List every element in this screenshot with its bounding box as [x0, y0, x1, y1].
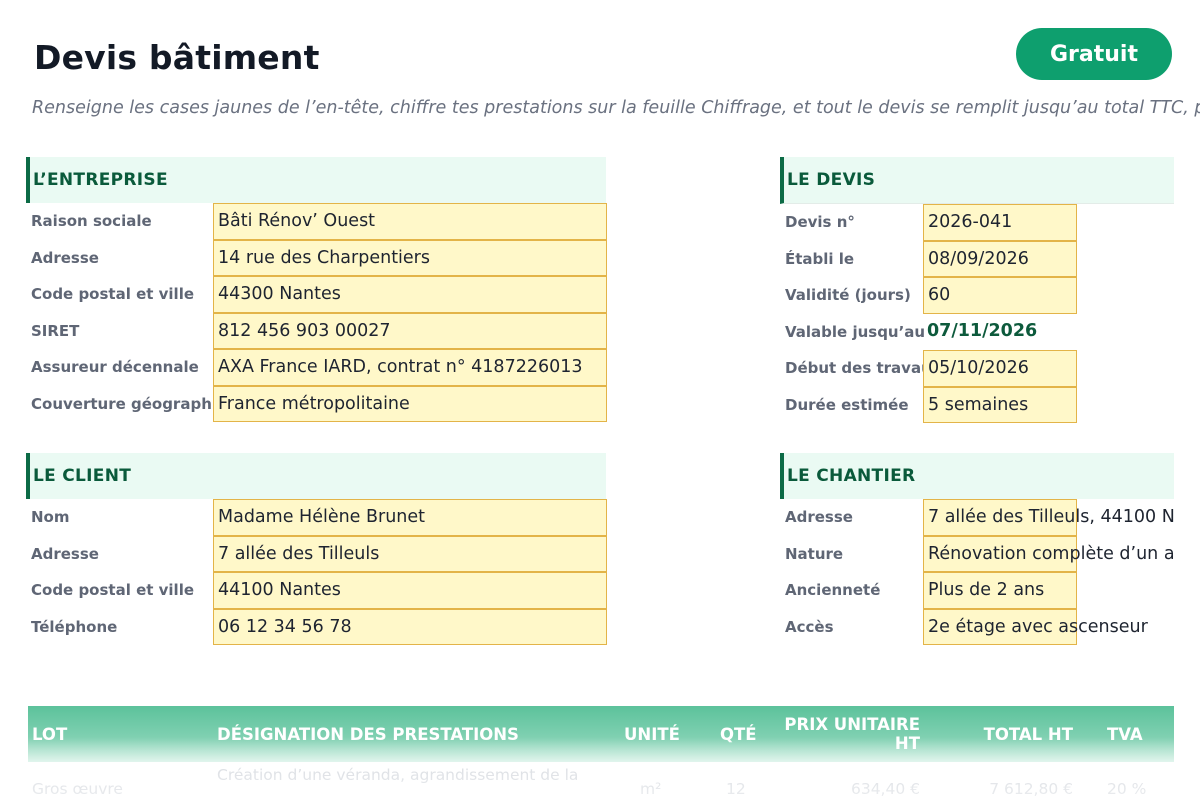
valable-jusquau-value: 07/11/2026 — [927, 320, 1038, 341]
section-title-chantier: LE CHANTIER — [780, 453, 1174, 499]
field-label: Validité (jours) — [785, 286, 911, 304]
field-label: Établi le — [785, 249, 855, 268]
chantier-nature-field[interactable]: Rénovation complète d’un appartement — [923, 535, 1174, 572]
client-cp-ville-field[interactable]: 44100 Nantes — [213, 572, 607, 609]
form-row: Raison sociale Bâti Rénov’ Ouest — [26, 203, 607, 240]
form-row: Téléphone 06 12 34 56 78 — [26, 608, 607, 645]
section-chantier: LE CHANTIER Adresse 7 allée des Tilleuls… — [780, 453, 1174, 645]
couverture-geographique-field[interactable]: France métropolitaine — [213, 385, 607, 422]
section-entreprise: L’ENTREPRISE Raison sociale Bâti Rénov’ … — [26, 157, 607, 422]
form-row: Couverture géographique France métropoli… — [26, 385, 607, 422]
page-subtitle: Renseigne les cases jaunes de l’en-tête,… — [32, 98, 1200, 118]
chantier-adresse-field[interactable]: 7 allée des Tilleuls, 44100 Nantes — [923, 499, 1174, 536]
section-devis: LE DEVIS Devis n° 2026-041 Établi le 08/… — [780, 157, 1174, 423]
devis-etabli-le-field[interactable]: 08/09/2026 — [923, 240, 1077, 277]
devis-numero-field[interactable]: 2026-041 — [923, 204, 1077, 241]
form-row: Nature Rénovation complète d’un appartem… — [780, 535, 1174, 572]
field-label: Devis n° — [785, 213, 855, 231]
field-label: Nom — [31, 508, 70, 526]
field-label: Valable jusqu’au — [785, 322, 926, 341]
field-label: Adresse — [785, 508, 853, 526]
form-row: Valable jusqu’au 07/11/2026 — [780, 314, 1174, 351]
form-row: Code postal et ville 44300 Nantes — [26, 276, 607, 313]
col-header-lot: LOT — [32, 724, 68, 744]
field-label: Adresse — [31, 544, 99, 563]
section-title-client: LE CLIENT — [26, 453, 606, 499]
field-label: Code postal et ville — [31, 285, 195, 303]
form-row: Début des travaux 05/10/2026 — [780, 350, 1174, 387]
page-title: Devis bâtiment — [34, 38, 320, 77]
cell-total-ht: 7 612,80 € — [989, 780, 1073, 798]
field-label: Code postal et ville — [31, 581, 195, 599]
section-client: LE CLIENT Nom Madame Hélène Brunet Adres… — [26, 453, 607, 645]
field-label: Début des travaux — [785, 359, 942, 377]
form-row: Assureur décennale AXA France IARD, cont… — [26, 349, 607, 386]
field-label: Accès — [785, 617, 834, 636]
siret-field[interactable]: 812 456 903 00027 — [213, 312, 607, 349]
debut-travaux-field[interactable]: 05/10/2026 — [923, 350, 1077, 387]
form-row: Adresse 7 allée des Tilleuls — [26, 535, 607, 572]
col-header-pu-line1: PRIX UNITAIRE — [784, 715, 920, 734]
duree-estimee-field[interactable]: 5 semaines — [923, 386, 1077, 423]
cell-qte: 12 — [726, 780, 746, 798]
col-header-unite: UNITÉ — [624, 724, 680, 744]
field-label: Adresse — [31, 248, 99, 267]
chantier-acces-field[interactable]: 2e étage avec ascenseur — [923, 608, 1148, 645]
form-row: Établi le 08/09/2026 — [780, 240, 1174, 277]
field-label: Durée estimée — [785, 395, 909, 414]
cell-designation: Création d’une véranda, agrandissement d… — [217, 766, 579, 784]
col-header-prix-unitaire: PRIX UNITAIRE HT — [768, 706, 920, 762]
form-row: Code postal et ville 44100 Nantes — [26, 572, 607, 609]
free-badge-button[interactable]: Gratuit — [1016, 28, 1172, 80]
devis-validite-field[interactable]: 60 — [923, 277, 1077, 314]
prestations-table-header: LOT DÉSIGNATION DES PRESTATIONS UNITÉ QT… — [28, 706, 1174, 762]
form-row: Adresse 14 rue des Charpentiers — [26, 239, 607, 276]
form-row: Adresse 7 allée des Tilleuls, 44100 Nant… — [780, 499, 1174, 536]
cell-tva: 20 % — [1107, 780, 1147, 798]
field-label: Téléphone — [31, 617, 118, 636]
form-row: Nom Madame Hélène Brunet — [26, 499, 607, 536]
client-telephone-field[interactable]: 06 12 34 56 78 — [213, 608, 607, 645]
col-header-tva: TVA — [1107, 724, 1143, 744]
client-adresse-field[interactable]: 7 allée des Tilleuls — [213, 535, 607, 572]
chantier-anciennete-field[interactable]: Plus de 2 ans — [923, 572, 1077, 609]
form-row: Ancienneté Plus de 2 ans — [780, 572, 1174, 609]
entreprise-cp-ville-field[interactable]: 44300 Nantes — [213, 276, 607, 313]
col-header-designation: DÉSIGNATION DES PRESTATIONS — [217, 724, 519, 744]
cell-lot: Gros œuvre — [32, 780, 123, 798]
form-row: Validité (jours) 60 — [780, 277, 1174, 314]
cell-prix-unitaire: 634,40 € — [850, 780, 920, 798]
section-title-devis: LE DEVIS — [780, 157, 1174, 204]
field-label: Ancienneté — [785, 581, 881, 599]
raison-sociale-field[interactable]: Bâti Rénov’ Ouest — [213, 203, 607, 240]
field-label: Raison sociale — [31, 212, 152, 230]
form-row: Durée estimée 5 semaines — [780, 386, 1174, 423]
field-label: Nature — [785, 544, 844, 563]
form-row: Devis n° 2026-041 — [780, 204, 1174, 241]
cell-unite: m² — [640, 780, 662, 798]
field-label: Assureur décennale — [31, 358, 199, 376]
form-row: Accès 2e étage avec ascenseur — [780, 608, 1174, 645]
col-header-pu-line2: HT — [894, 734, 920, 753]
col-header-qte: QTÉ — [720, 724, 757, 744]
table-row: Gros œuvre Création d’une véranda, agran… — [28, 764, 1174, 800]
section-title-entreprise: L’ENTREPRISE — [26, 157, 606, 203]
col-header-total-ht: TOTAL HT — [983, 724, 1073, 744]
form-row: SIRET 812 456 903 00027 — [26, 312, 607, 349]
assureur-decennale-field[interactable]: AXA France IARD, contrat n° 4187226013 — [213, 349, 607, 386]
field-label: SIRET — [31, 321, 80, 340]
client-nom-field[interactable]: Madame Hélène Brunet — [213, 499, 607, 536]
entreprise-adresse-field[interactable]: 14 rue des Charpentiers — [213, 239, 607, 276]
